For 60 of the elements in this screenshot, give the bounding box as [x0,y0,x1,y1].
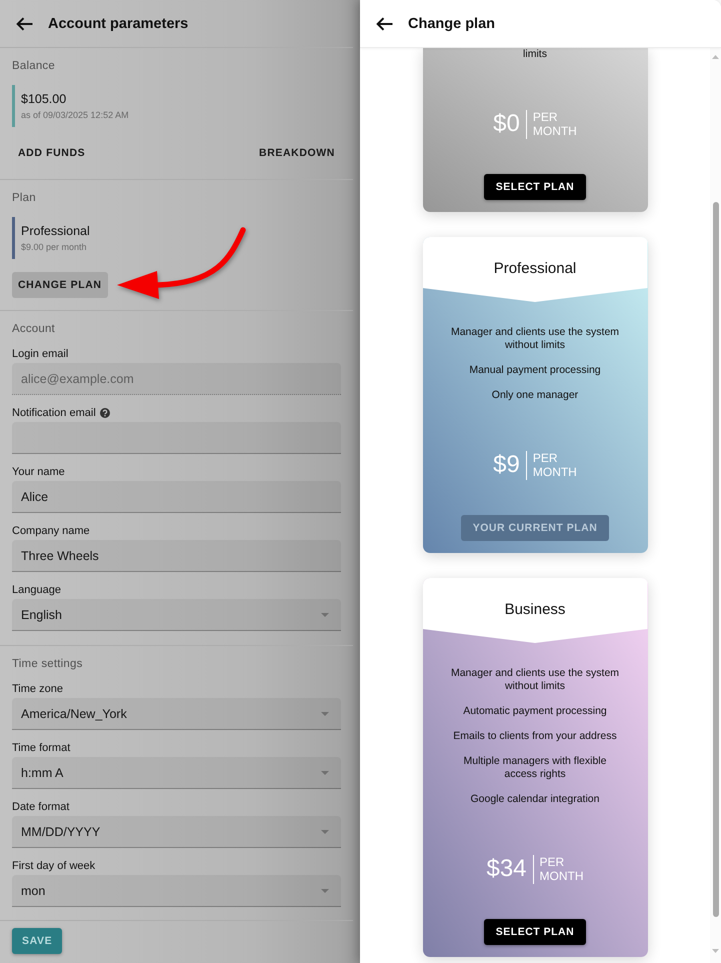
change-plan-button[interactable]: CHANGE PLAN [12,272,108,298]
caret-icon [321,770,329,774]
section-heading: Account [12,322,55,336]
price-period: PER MONTH [532,110,577,138]
help-icon[interactable] [100,408,110,418]
section-heading: Balance [12,59,55,73]
plan-feature: Emails to clients from your address [453,730,617,743]
balance-amount: $105.00 [21,91,66,107]
field-label: Language [12,583,61,597]
action-button[interactable]: ADD FUNDS [12,139,92,167]
plan-feature: Google calendar integration [470,793,600,806]
select-field[interactable]: English [12,599,341,631]
select-plan-button[interactable]: SELECT PLAN [484,919,586,945]
plan-feature: Manual payment processing [469,364,601,377]
field-label: Time zone [12,682,63,696]
plan-title: Business [504,601,566,619]
field-label: Time format [12,741,70,755]
section-heading: Plan [12,191,36,205]
back-arrow-icon[interactable] [376,16,393,30]
scrollbar-thumb[interactable] [712,202,718,917]
panel-title: Change plan [408,16,496,32]
scroll-up-icon[interactable] [712,55,719,59]
plan-feature: Automatic payment processing [463,705,607,718]
plan-feature: limits [523,48,547,61]
plan-feature: Multiple managers with flexible access rights [462,755,608,781]
back-arrow-icon[interactable] [16,16,33,30]
plan-feature: Manager and clients use the system without limits [450,326,620,352]
plan-price: $34 [486,854,527,884]
input-field[interactable]: Alice [12,481,341,513]
plan-feature: Only one manager [492,389,578,402]
field-label: Login email [12,347,68,361]
caret-icon [321,612,329,616]
select-field[interactable]: America/New_York [12,698,341,730]
section-heading: Time settings [12,657,83,671]
field-label: Company name [12,524,90,538]
action-button[interactable]: BREAKDOWN [253,139,341,167]
field-label: Date format [12,800,70,814]
plan-name: Professional [21,223,90,239]
balance-timestamp: as of 09/03/2025 12:52 AM [21,109,129,121]
plan-price: $9 [493,450,520,480]
price-period: PER MONTH [532,451,577,479]
caret-icon [321,830,329,834]
select-field[interactable]: MM/DD/YYYY [12,816,341,848]
field-label: Your name [12,465,65,479]
select-plan-button[interactable]: SELECT PLAN [484,174,586,200]
select-field[interactable]: h:mm A [12,757,341,789]
plan-price: $0 [493,109,520,139]
field-label: Notification email [12,406,96,420]
panel-title: Account parameters [48,16,188,32]
input-field[interactable]: Three Wheels [12,540,341,572]
plan-title: Professional [494,260,576,278]
plan-feature: Manager and clients use the system without limits [450,667,620,693]
caret-icon [321,712,329,716]
price-period: PER MONTH [540,855,584,883]
select-field[interactable]: mon [12,875,341,907]
caret-icon [321,888,329,892]
scroll-down-icon[interactable] [712,949,719,953]
input-field[interactable] [12,422,341,454]
plan-price: $9.00 per month [21,241,87,253]
field-label: First day of week [12,859,96,873]
